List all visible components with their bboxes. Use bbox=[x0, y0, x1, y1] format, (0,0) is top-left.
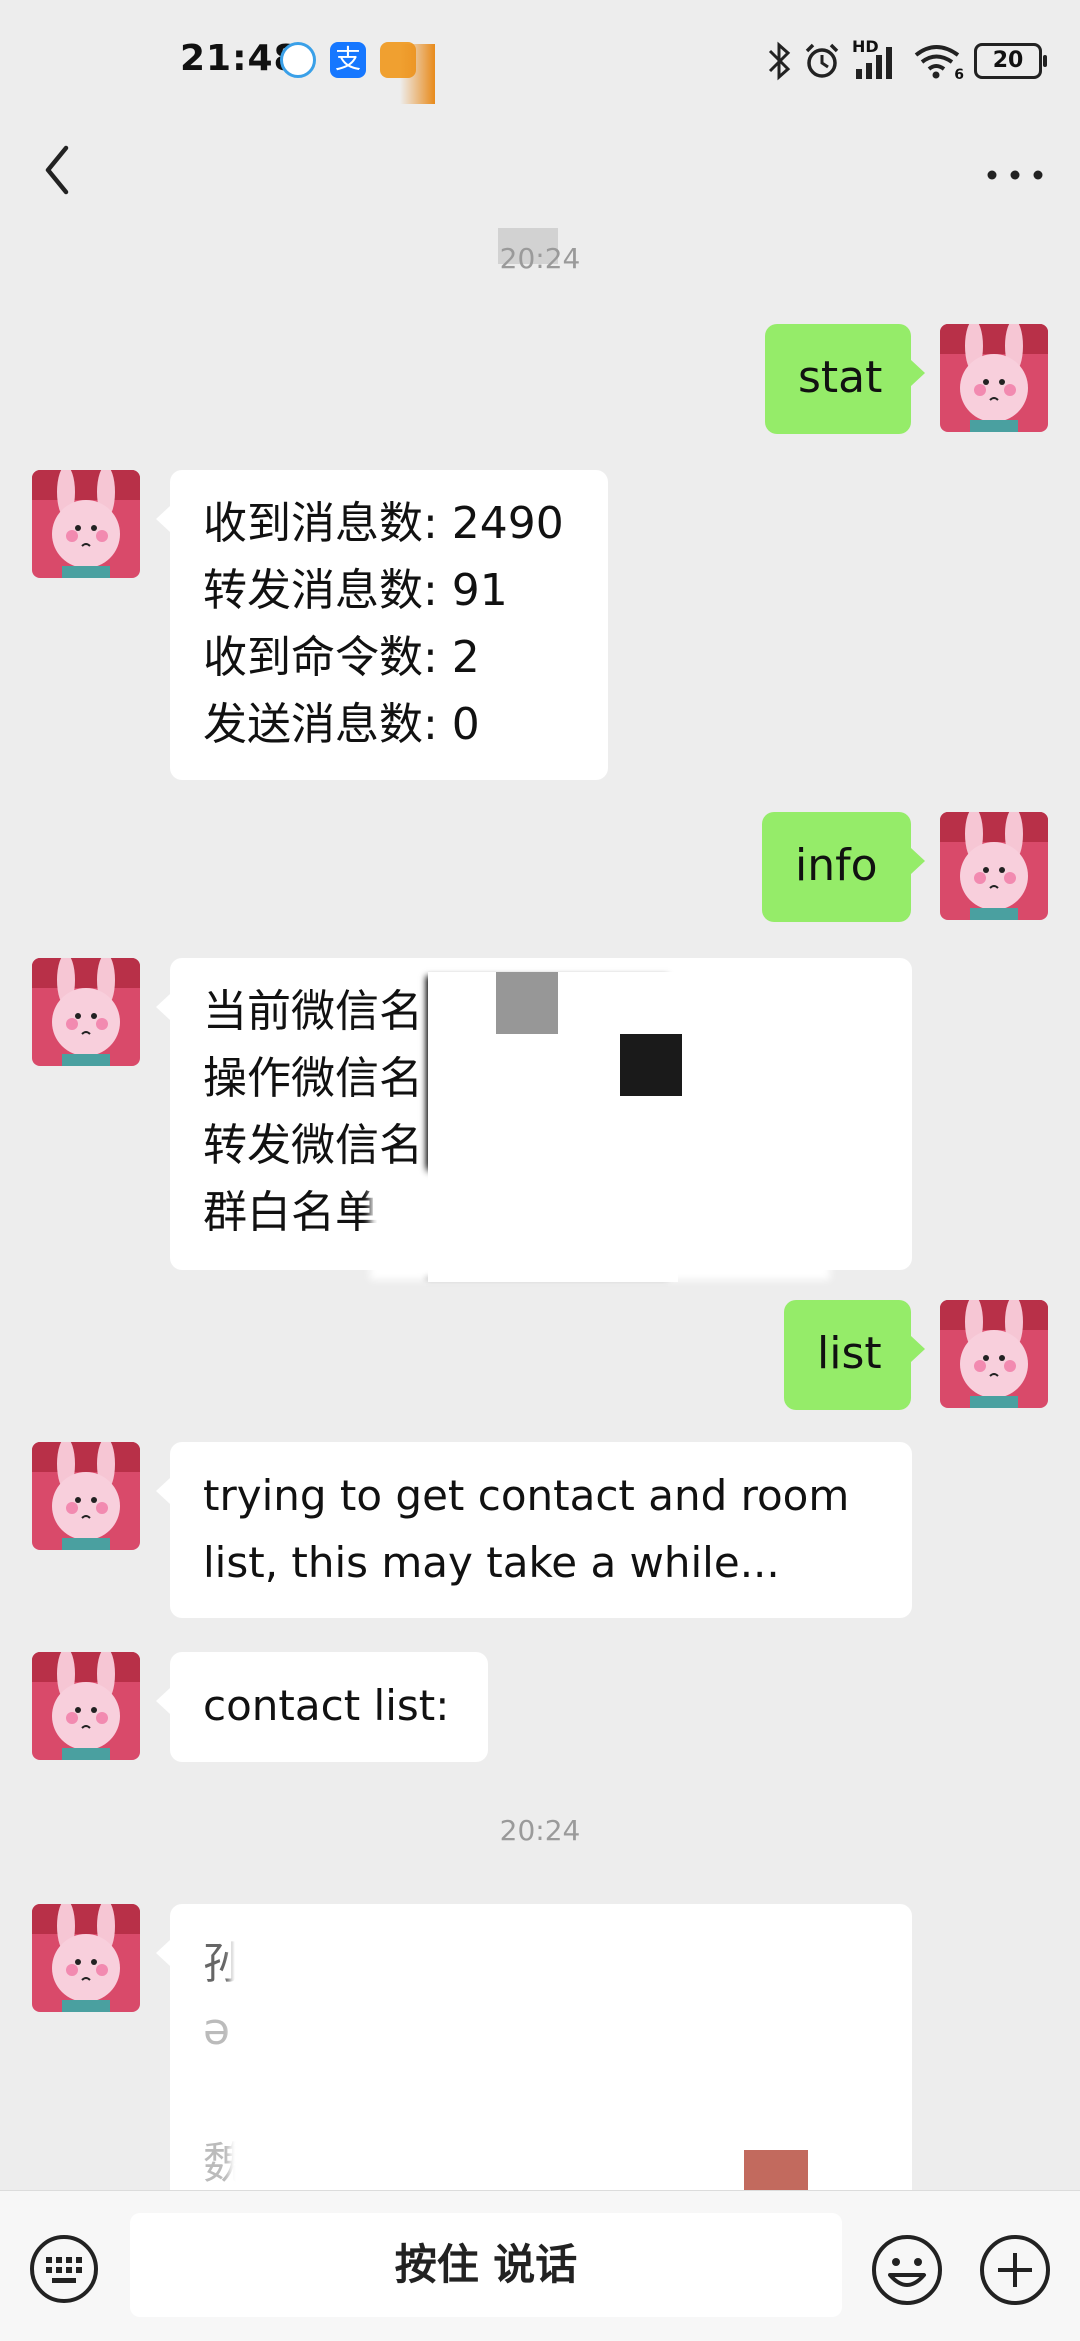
message-text: stat bbox=[798, 352, 883, 403]
message-text: list bbox=[817, 1328, 882, 1379]
contact-fragment: ə bbox=[203, 2004, 231, 2055]
bluetooth-icon bbox=[768, 41, 791, 81]
bot-avatar[interactable] bbox=[32, 470, 140, 578]
status-icons: HD 6 20 bbox=[766, 36, 1047, 86]
alipay-notification-icon: 支 bbox=[330, 42, 366, 78]
redaction-block bbox=[370, 1170, 830, 1280]
chat-header bbox=[0, 120, 1080, 220]
message-line: 转发消息数: 91 bbox=[203, 565, 508, 616]
bot-avatar[interactable] bbox=[32, 958, 140, 1066]
incoming-message[interactable]: trying to get contact and room list, thi… bbox=[156, 1442, 912, 1618]
outgoing-message[interactable]: list bbox=[784, 1300, 925, 1410]
outgoing-message[interactable]: info bbox=[762, 812, 925, 922]
bot-avatar[interactable] bbox=[32, 1442, 140, 1550]
hd-signal-icon: HD bbox=[852, 37, 902, 81]
redaction-block bbox=[744, 2150, 808, 2190]
alarm-icon bbox=[805, 43, 839, 78]
self-avatar[interactable] bbox=[940, 324, 1048, 432]
wifi-sub-label: 6 bbox=[954, 67, 964, 83]
input-bar: 按住 说话 bbox=[0, 2190, 1080, 2341]
redacted-notification-area bbox=[400, 44, 435, 104]
battery-indicator: 20 bbox=[974, 43, 1047, 79]
outgoing-message[interactable]: stat bbox=[765, 324, 925, 434]
keyboard-icon[interactable] bbox=[28, 2233, 100, 2305]
chevron-left-icon[interactable] bbox=[30, 130, 90, 210]
message-line: list, this may take a while... bbox=[203, 1538, 780, 1587]
message-line: trying to get contact and room bbox=[203, 1471, 850, 1520]
timestamp: 20:24 bbox=[499, 242, 581, 275]
self-avatar[interactable] bbox=[940, 812, 1048, 920]
redaction-block bbox=[496, 972, 558, 1034]
incoming-message[interactable]: 收到消息数: 2490 转发消息数: 91 收到命令数: 2 发送消息数: 0 bbox=[156, 470, 608, 780]
more-dots-icon[interactable] bbox=[980, 140, 1050, 200]
message-line: 收到命令数: 2 bbox=[203, 632, 480, 683]
wifi-icon: 6 bbox=[912, 41, 964, 83]
emoji-icon[interactable] bbox=[870, 2233, 944, 2307]
qq-notification-icon bbox=[280, 42, 316, 78]
hold-to-talk-button[interactable]: 按住 说话 bbox=[130, 2213, 842, 2317]
message-line: 收到消息数: 2490 bbox=[203, 498, 564, 549]
incoming-message[interactable]: contact list: bbox=[156, 1652, 488, 1762]
message-line: 发送消息数: 0 bbox=[203, 699, 480, 750]
bot-avatar[interactable] bbox=[32, 1904, 140, 2012]
message-list[interactable]: 20:24 stat 收到消息数: 2490 转发消息数: 91 收到命令数: … bbox=[0, 220, 1080, 2190]
message-text: contact list: bbox=[203, 1681, 450, 1730]
bot-avatar[interactable] bbox=[32, 1652, 140, 1760]
status-bar: 21:48 支 HD 6 20 bbox=[0, 0, 1080, 120]
redaction-block bbox=[620, 1034, 682, 1096]
self-avatar[interactable] bbox=[940, 1300, 1048, 1408]
timestamp: 20:24 bbox=[499, 1814, 581, 1847]
plus-icon[interactable] bbox=[978, 2233, 1052, 2307]
message-text: info bbox=[795, 840, 878, 891]
